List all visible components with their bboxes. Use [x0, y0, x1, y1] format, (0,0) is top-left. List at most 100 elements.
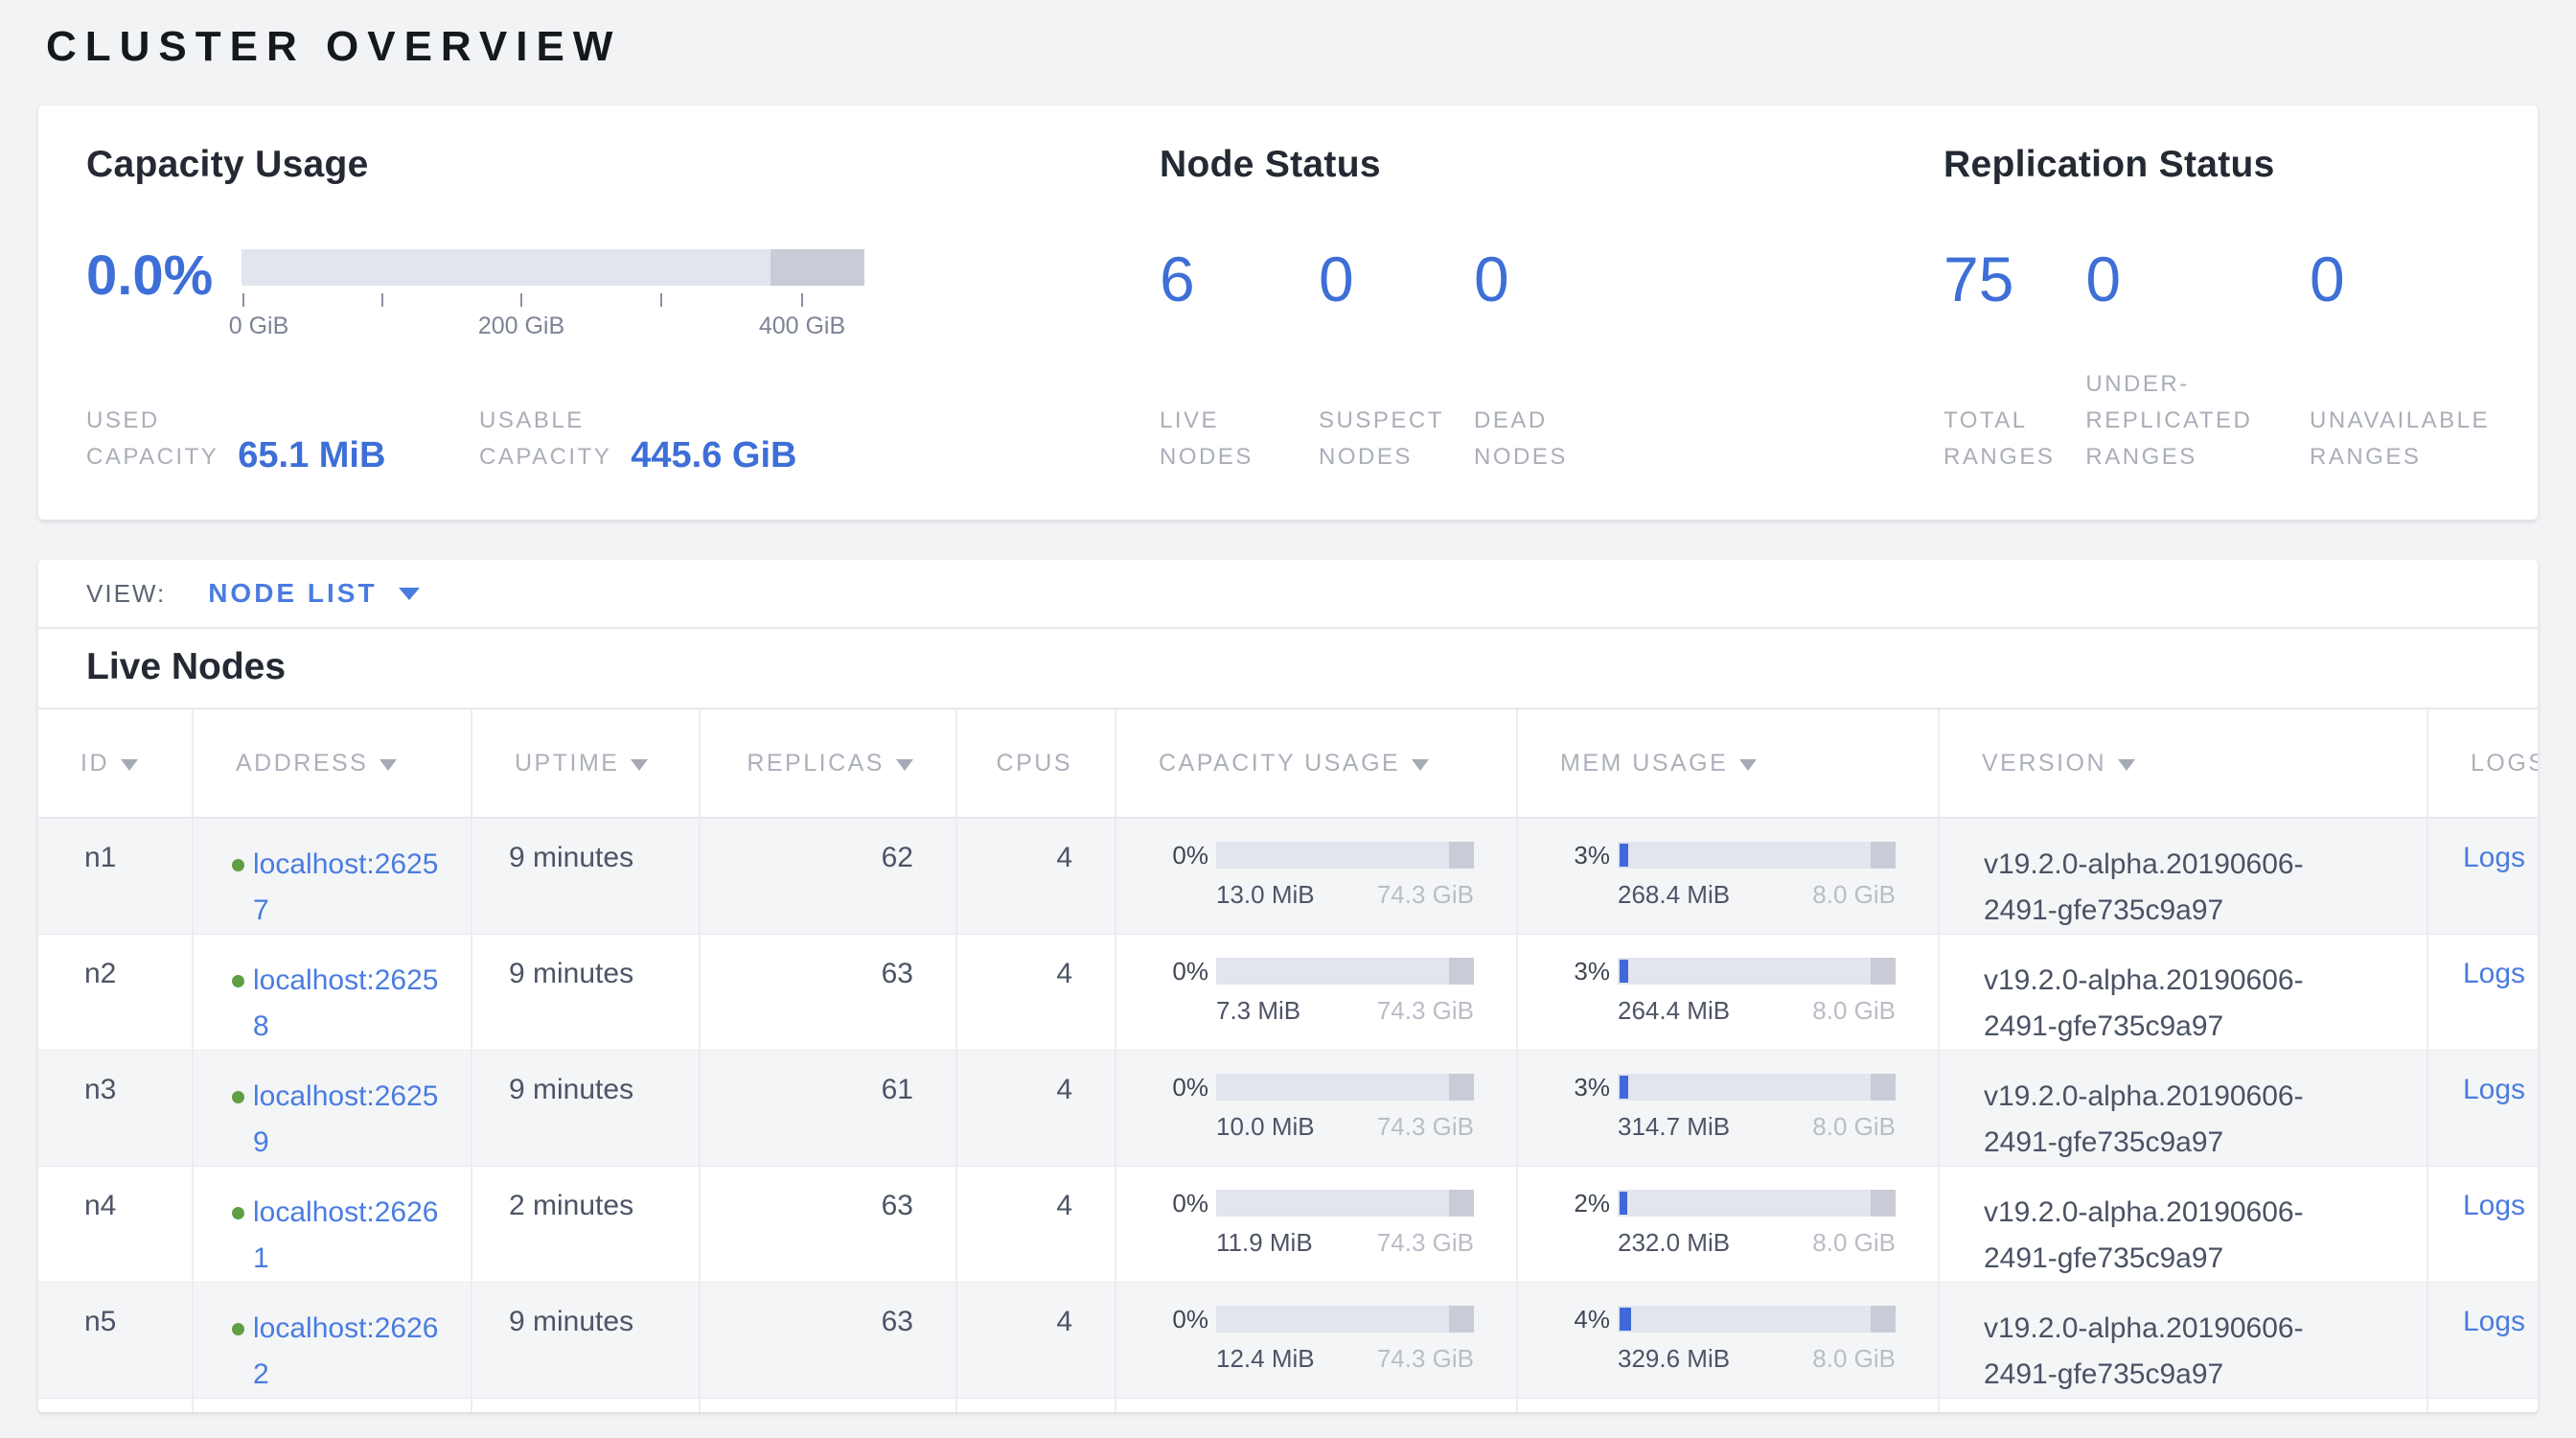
node-uptime-cell: 9 minutes — [472, 818, 700, 935]
capacity-used-value: 7.3 MiB — [1216, 996, 1300, 1026]
cluster-summary-card: Capacity Usage 0.0% 0 GiB 200 GiB 400 Gi… — [38, 105, 2538, 520]
mem-bar-fill — [1620, 1308, 1631, 1331]
node-version-cell: v19.2.0-alpha.20190606-2491-gfe735c9a97 — [1939, 935, 2427, 1051]
node-logs-cell: Logs — [2427, 935, 2538, 1051]
node-id-cell: n4 — [38, 1167, 193, 1283]
mem-used-value: 264.4 MiB — [1618, 996, 1730, 1026]
node-uptime-cell: 2 minutes — [472, 1167, 700, 1283]
table-header-row: ID ADDRESS UPTIME REPLICAS CPUS CAPACITY… — [38, 708, 2538, 818]
mem-percent-label: 3% — [1560, 1074, 1610, 1101]
column-header-address[interactable]: ADDRESS — [193, 708, 472, 818]
axis-tick-label: 200 GiB — [478, 313, 564, 340]
node-address-link[interactable]: localhost:26259 — [253, 1080, 438, 1158]
used-capacity-value: 65.1 MiB — [238, 435, 385, 475]
node-replicas-cell: 61 — [700, 1051, 956, 1167]
node-cpus-cell: 4 — [956, 1167, 1116, 1283]
axis-tick — [660, 293, 662, 307]
usable-capacity-stat: USABLE CAPACITY 445.6 GiB — [479, 403, 796, 475]
column-header-replicas[interactable]: REPLICAS — [700, 708, 956, 818]
node-address-link[interactable]: localhost:26261 — [253, 1196, 438, 1274]
node-live-status-icon — [232, 1207, 244, 1219]
view-selected-value: NODE LIST — [208, 578, 377, 609]
dead-nodes-label: DEAD NODES — [1474, 403, 1568, 475]
node-capacity-usage-cell: 0% 13.0 MiB 74.3 GiB — [1116, 818, 1517, 935]
node-cpus-cell: 4 — [956, 1051, 1116, 1167]
logs-link[interactable]: Logs — [2463, 1074, 2525, 1105]
dead-nodes-value: 0 — [1474, 247, 1568, 311]
column-header-capacity-usage[interactable]: CAPACITY USAGE — [1116, 708, 1517, 818]
mem-used-value: 314.7 MiB — [1618, 1112, 1730, 1142]
total-ranges-label: TOTAL RANGES — [1944, 403, 2085, 475]
logs-link[interactable]: Logs — [2463, 958, 2525, 989]
logs-link[interactable]: Logs — [2463, 1190, 2525, 1221]
sort-desc-icon — [896, 759, 913, 771]
capacity-bar — [1216, 842, 1474, 869]
capacity-total-value: 74.3 GiB — [1377, 996, 1474, 1026]
chevron-down-icon — [399, 588, 420, 600]
live-nodes-stat: 6 LIVE NODES — [1160, 247, 1319, 475]
column-header-id[interactable]: ID — [38, 708, 193, 818]
node-capacity-usage-cell: 0% 10.0 MiB 74.3 GiB — [1116, 1051, 1517, 1167]
column-header-uptime[interactable]: UPTIME — [472, 708, 700, 818]
node-uptime-cell: 9 minutes — [472, 935, 700, 1051]
node-live-status-icon — [232, 1091, 244, 1103]
view-label: VIEW: — [86, 579, 166, 609]
node-live-status-icon — [232, 975, 244, 987]
node-id-cell: n3 — [38, 1051, 193, 1167]
node-address-link[interactable]: localhost:26258 — [253, 964, 438, 1042]
table-row: n4 localhost:26261 2 minutes 63 4 0% 11.… — [38, 1167, 2538, 1283]
column-header-logs: LOGS — [2427, 708, 2538, 818]
node-mem-usage-cell: 4% 329.6 MiB 8.0 GiB — [1517, 1283, 1939, 1399]
node-version-cell: v19.2.0-alpha.20190606-2491-gfe735c9a97 — [1939, 1283, 2427, 1399]
page-title: CLUSTER OVERVIEW — [0, 0, 2576, 105]
axis-tick — [801, 293, 803, 307]
mem-bar-reserved — [1871, 1306, 1896, 1333]
sort-desc-icon — [121, 759, 138, 771]
logs-link[interactable]: Logs — [2463, 842, 2525, 873]
column-header-mem-usage[interactable]: MEM USAGE — [1517, 708, 1939, 818]
capacity-total-value: 74.3 GiB — [1377, 880, 1474, 910]
mem-bar-fill — [1620, 1192, 1627, 1215]
mem-percent-label: 3% — [1560, 958, 1610, 985]
node-logs-cell: Logs — [2427, 818, 2538, 935]
axis-tick — [242, 293, 244, 307]
node-uptime-cell: 9 minutes — [472, 1051, 700, 1167]
node-address-link[interactable]: localhost:26257 — [253, 848, 438, 926]
node-status-section: Node Status 6 LIVE NODES 0 SUSPECT NODES… — [1160, 144, 1944, 475]
mem-bar — [1618, 1190, 1896, 1217]
node-mem-usage-cell: 3% 268.4 MiB 8.0 GiB — [1517, 818, 1939, 935]
capacity-usage-heading: Capacity Usage — [86, 144, 1160, 186]
column-header-cpus: CPUS — [956, 708, 1116, 818]
mem-used-value: 268.4 MiB — [1618, 880, 1730, 910]
node-address-cell: localhost:26259 — [193, 1051, 472, 1167]
view-selector-dropdown[interactable]: NODE LIST — [208, 578, 419, 609]
node-address-link[interactable]: localhost:26262 — [253, 1312, 438, 1390]
node-logs-cell: Logs — [2427, 1167, 2538, 1283]
mem-percent-label: 4% — [1560, 1306, 1610, 1333]
mem-bar-reserved — [1871, 958, 1896, 985]
node-mem-usage-cell: 2% 232.0 MiB 8.0 GiB — [1517, 1167, 1939, 1283]
replication-status-heading: Replication Status — [1944, 144, 2490, 186]
under-replicated-ranges-value: 0 — [2085, 247, 2310, 311]
node-address-cell: localhost:26257 — [193, 818, 472, 935]
node-capacity-usage-cell: 0% 11.9 MiB 74.3 GiB — [1116, 1167, 1517, 1283]
mem-bar-reserved — [1871, 1190, 1896, 1217]
node-replicas-cell: 63 — [700, 935, 956, 1051]
node-logs-cell: Logs — [2427, 1051, 2538, 1167]
mem-bar-reserved — [1871, 1074, 1896, 1101]
total-ranges-value: 75 — [1944, 247, 2085, 311]
clipped-table-row — [38, 1399, 2538, 1413]
sort-desc-icon — [631, 759, 648, 771]
under-replicated-ranges-stat: 0 UNDER- REPLICATED RANGES — [2085, 247, 2310, 475]
column-header-version[interactable]: VERSION — [1939, 708, 2427, 818]
node-uptime-cell: 9 minutes — [472, 1283, 700, 1399]
suspect-nodes-label: SUSPECT NODES — [1319, 403, 1474, 475]
usable-capacity-value: 445.6 GiB — [631, 435, 796, 475]
suspect-nodes-stat: 0 SUSPECT NODES — [1319, 247, 1474, 475]
logs-link[interactable]: Logs — [2463, 1306, 2525, 1337]
node-status-heading: Node Status — [1160, 144, 1944, 186]
node-address-cell: localhost:26261 — [193, 1167, 472, 1283]
table-row: n5 localhost:26262 9 minutes 63 4 0% 12.… — [38, 1283, 2538, 1399]
capacity-gauge-reserved-segment — [770, 249, 864, 286]
mem-total-value: 8.0 GiB — [1812, 996, 1896, 1026]
